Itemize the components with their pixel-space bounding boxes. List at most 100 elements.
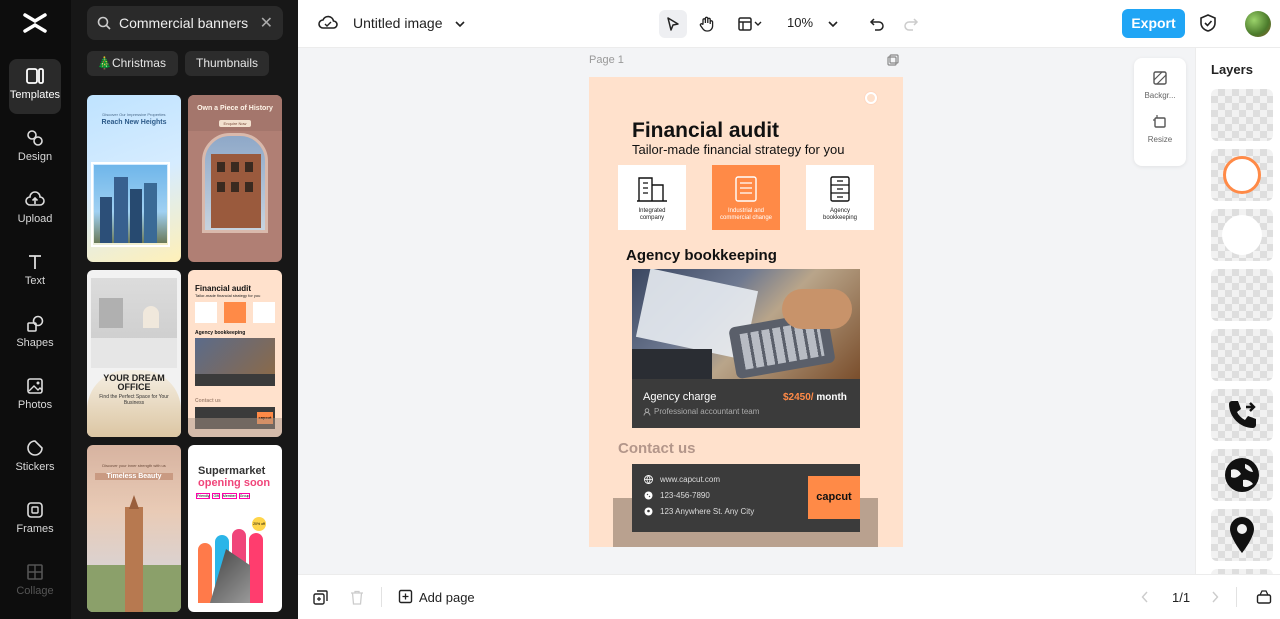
thumb-tag: Group <box>238 493 251 499</box>
poster-charge-bar[interactable]: Agency charge $2450/ month Professional … <box>632 379 860 428</box>
redo-button[interactable] <box>897 10 925 38</box>
layer-item-blank-1[interactable] <box>1211 269 1273 321</box>
upload-icon <box>25 191 45 206</box>
design-icon <box>27 130 43 146</box>
rail-item-photos[interactable]: Photos <box>9 369 61 424</box>
rail-item-design[interactable]: Design <box>9 121 61 176</box>
layer-item-ring[interactable] <box>1211 149 1273 201</box>
text-icon <box>29 255 41 269</box>
cloud-save-icon[interactable] <box>318 14 338 32</box>
rail-label: Text <box>24 275 46 287</box>
location-pin-icon <box>1230 517 1254 553</box>
next-page-chevron-icon[interactable] <box>1211 591 1219 603</box>
layer-item-blank-2[interactable] <box>1211 329 1273 381</box>
background-tool[interactable]: Backgr... <box>1134 58 1186 100</box>
poster-page[interactable]: Financial audit Tailor-made financial st… <box>589 77 903 547</box>
rail-item-frames[interactable]: Frames <box>9 493 61 548</box>
template-thumb-timeless-beauty[interactable]: Discover your inner strength with us Tim… <box>87 445 181 612</box>
layer-item-globe[interactable] <box>1211 449 1273 501</box>
poster-photo-calculator[interactable] <box>632 269 860 379</box>
trash-icon[interactable] <box>350 590 364 605</box>
background-tool-label: Backgr... <box>1144 91 1176 100</box>
pages-panel-icon[interactable] <box>1256 589 1272 605</box>
user-avatar[interactable] <box>1245 11 1271 37</box>
poster-card-industrial[interactable]: Industrial and commercial change <box>712 165 780 230</box>
rail-item-shapes[interactable]: Shapes <box>9 307 61 362</box>
rail-item-stickers[interactable]: Stickers <box>9 431 61 486</box>
canvas-area[interactable]: Page 1 Financial audit Tailor-made finan… <box>298 48 1195 574</box>
poster-contact-box[interactable]: www.capcut.com 123-456-7890 123 Anywhere… <box>632 464 860 532</box>
poster-contact-phone: 123-456-7890 <box>660 491 710 500</box>
poster-card-label: Integrated company <box>638 208 666 221</box>
thumb-photo-tower <box>125 507 143 612</box>
user-icon <box>643 407 651 416</box>
zoom-chevron-down-icon[interactable] <box>827 19 839 29</box>
template-thumb-supermarket[interactable]: Supermarket opening soon Friendly Gift M… <box>188 445 282 612</box>
clear-search-icon[interactable]: ✕ <box>260 13 273 33</box>
layers-title: Layers <box>1211 62 1253 77</box>
resize-tool-label: Resize <box>1147 135 1173 144</box>
thumb-badge: 20% off <box>252 517 266 531</box>
bottom-bar: Add page 1/1 <box>298 574 1280 619</box>
layer-item-background[interactable] <box>1211 89 1273 141</box>
prev-page-chevron-icon[interactable] <box>1141 591 1149 603</box>
rail-label: Frames <box>16 523 54 535</box>
add-page-button[interactable]: Add page <box>398 589 475 605</box>
thumb-photo-skyscrapers <box>94 165 167 243</box>
poster-contact-heading[interactable]: Contact us <box>618 440 696 457</box>
thumb-tag: Member <box>221 493 237 499</box>
template-thumb-dream-office[interactable]: YOUR DREAM OFFICE Find the Perfect Space… <box>87 270 181 437</box>
thumb-text: Tailor-made financial strategy for you <box>195 293 261 298</box>
layer-item-location[interactable] <box>1211 509 1273 561</box>
template-thumb-financial-audit[interactable]: Financial audit Tailor-made financial st… <box>188 270 282 437</box>
search-box[interactable]: ✕ <box>87 6 283 40</box>
rail-label: Shapes <box>16 337 54 349</box>
thumb-photo-office <box>91 278 177 368</box>
poster-circle-decoration[interactable] <box>865 92 877 104</box>
poster-title[interactable]: Financial audit <box>632 119 779 143</box>
chip-thumbnails[interactable]: Thumbnails <box>185 51 269 76</box>
export-button[interactable]: Export <box>1122 9 1185 38</box>
poster-brand-badge[interactable]: capcut <box>808 476 860 519</box>
rail-label: Photos <box>17 399 53 411</box>
duplicate-page-icon[interactable] <box>887 54 899 66</box>
rail-item-templates[interactable]: Templates <box>9 59 61 114</box>
poster-section-heading[interactable]: Agency bookkeeping <box>626 247 777 264</box>
stickers-icon <box>27 440 43 456</box>
template-thumb-own-history[interactable]: Own a Piece of History Enquire Now <box>188 95 282 262</box>
capcut-logo-icon[interactable] <box>21 11 49 35</box>
rail-label: Stickers <box>15 461 55 473</box>
chevron-down-icon[interactable] <box>454 19 466 29</box>
thumb-title: Timeless Beauty <box>95 473 173 480</box>
poster-subtitle[interactable]: Tailor-made financial strategy for you <box>632 142 844 157</box>
topbar: Untitled image 10% Export <box>298 0 1280 48</box>
shapes-icon <box>27 315 44 332</box>
floating-tools-panel: Backgr... Resize <box>1134 58 1186 166</box>
layer-item-circle[interactable] <box>1211 209 1273 261</box>
poster-card-bookkeeping[interactable]: Agency bookkeeping <box>806 165 874 230</box>
thumb-photo-building <box>202 133 268 233</box>
shield-check-icon[interactable] <box>1199 13 1217 33</box>
document-title[interactable]: Untitled image <box>353 15 443 31</box>
cursor-icon <box>667 17 679 31</box>
chip-christmas[interactable]: 🎄Christmas <box>87 51 178 76</box>
frames-icon <box>27 502 43 518</box>
thumb-text: Agency bookkeeping <box>195 330 246 336</box>
poster-card-integrated[interactable]: Integrated company <box>618 165 686 230</box>
search-input[interactable] <box>119 15 249 31</box>
rail-item-upload[interactable]: Upload <box>9 183 61 238</box>
rail-item-collage[interactable]: Collage <box>9 555 61 610</box>
template-thumb-reach-new-heights[interactable]: Discover Our Impressive Properties Reach… <box>87 95 181 262</box>
layout-menu-button[interactable] <box>730 10 770 38</box>
resize-tool[interactable]: Resize <box>1134 100 1186 144</box>
thumb-title: Supermarket <box>198 465 266 477</box>
copy-page-icon[interactable] <box>313 590 328 605</box>
layer-item-phone[interactable] <box>1211 389 1273 441</box>
zoom-level[interactable]: 10% <box>787 15 813 30</box>
rail-label: Design <box>17 151 53 163</box>
rail-item-text[interactable]: Text <box>9 245 61 300</box>
hand-tool-button[interactable] <box>693 10 721 38</box>
undo-button[interactable] <box>863 10 891 38</box>
redo-icon <box>904 18 919 31</box>
select-tool-button[interactable] <box>659 10 687 38</box>
